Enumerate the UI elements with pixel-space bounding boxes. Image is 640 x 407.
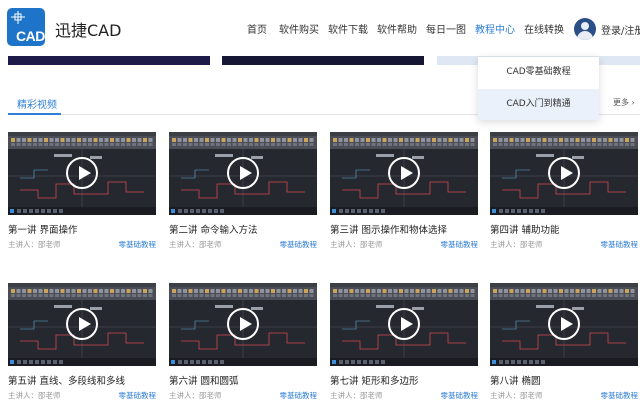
play-icon[interactable] [388, 308, 420, 340]
nav-download[interactable]: 软件下载 [328, 21, 368, 36]
site-header: CAD 迅捷CAD 首页 软件购买 软件下载 软件帮助 每日一图 教程中心 在线… [0, 0, 640, 56]
play-icon[interactable] [548, 308, 580, 340]
video-lecturer: 主讲人：邵老师 [8, 240, 61, 249]
dropdown-item-cad-basics[interactable]: CAD零基础教程 [478, 57, 599, 88]
dropdown-item-cad-advanced[interactable]: CAD入门到精通 [478, 89, 599, 120]
video-tag[interactable]: 零基础教程 [441, 390, 479, 401]
video-lecturer: 主讲人：邵老师 [490, 391, 543, 400]
video-title[interactable]: 第七讲 矩形和多边形 [330, 373, 419, 387]
nav-online-convert[interactable]: 在线转换 [524, 21, 564, 36]
video-tag[interactable]: 零基础教程 [119, 390, 157, 401]
play-icon[interactable] [66, 157, 98, 189]
nav-daily-image[interactable]: 每日一图 [426, 21, 466, 36]
cad-logo[interactable]: CAD [7, 8, 45, 46]
video-title[interactable]: 第二讲 命令输入方法 [169, 222, 258, 236]
video-lecturer: 主讲人：邵老师 [330, 240, 383, 249]
logo-text: CAD [16, 28, 45, 44]
video-tag[interactable]: 零基础教程 [601, 390, 639, 401]
tutorial-dropdown-menu: CAD零基础教程 CAD入门到精通 [478, 57, 599, 120]
video-lecturer: 主讲人：邵老师 [490, 240, 543, 249]
video-title[interactable]: 第四讲 辅助功能 [490, 222, 560, 236]
more-link[interactable]: 更多 › [613, 97, 635, 108]
nav-home[interactable]: 首页 [247, 21, 267, 36]
play-icon[interactable] [548, 157, 580, 189]
video-thumbnail[interactable] [8, 283, 156, 366]
video-title[interactable]: 第八讲 椭圆 [490, 373, 541, 387]
video-title[interactable]: 第一讲 界面操作 [8, 222, 78, 236]
banner-image-2[interactable] [222, 56, 424, 65]
banner-image-1[interactable] [8, 56, 210, 65]
tab-active-indicator [8, 113, 61, 115]
nav-tutorial-center[interactable]: 教程中心 [475, 21, 515, 36]
nav-buy[interactable]: 软件购买 [279, 21, 319, 36]
video-tag[interactable]: 零基础教程 [601, 239, 639, 250]
video-tag[interactable]: 零基础教程 [441, 239, 479, 250]
tab-featured-videos[interactable]: 精彩视频 [17, 96, 57, 111]
play-icon[interactable] [227, 157, 259, 189]
video-tag[interactable]: 零基础教程 [280, 390, 318, 401]
video-thumbnail[interactable] [490, 132, 638, 215]
video-title[interactable]: 第六讲 圆和圆弧 [169, 373, 239, 387]
video-thumbnail[interactable] [330, 132, 478, 215]
video-title[interactable]: 第三讲 图示操作和物体选择 [330, 222, 447, 236]
brand-name[interactable]: 迅捷CAD [55, 17, 121, 41]
video-tag[interactable]: 零基础教程 [119, 239, 157, 250]
video-lecturer: 主讲人：邵老师 [169, 240, 222, 249]
play-icon[interactable] [66, 308, 98, 340]
user-avatar-icon[interactable] [574, 18, 596, 40]
video-thumbnail[interactable] [169, 283, 317, 366]
video-thumbnail[interactable] [330, 283, 478, 366]
video-title[interactable]: 第五讲 直线、多段线和多线 [8, 373, 125, 387]
login-register-link[interactable]: 登录/注册 [601, 22, 640, 37]
video-lecturer: 主讲人：邵老师 [169, 391, 222, 400]
video-thumbnail[interactable] [8, 132, 156, 215]
play-icon[interactable] [388, 157, 420, 189]
video-tag[interactable]: 零基础教程 [280, 239, 318, 250]
play-icon[interactable] [227, 308, 259, 340]
video-thumbnail[interactable] [490, 283, 638, 366]
video-lecturer: 主讲人：邵老师 [8, 391, 61, 400]
video-thumbnail[interactable] [169, 132, 317, 215]
nav-help[interactable]: 软件帮助 [377, 21, 417, 36]
video-lecturer: 主讲人：邵老师 [330, 391, 383, 400]
